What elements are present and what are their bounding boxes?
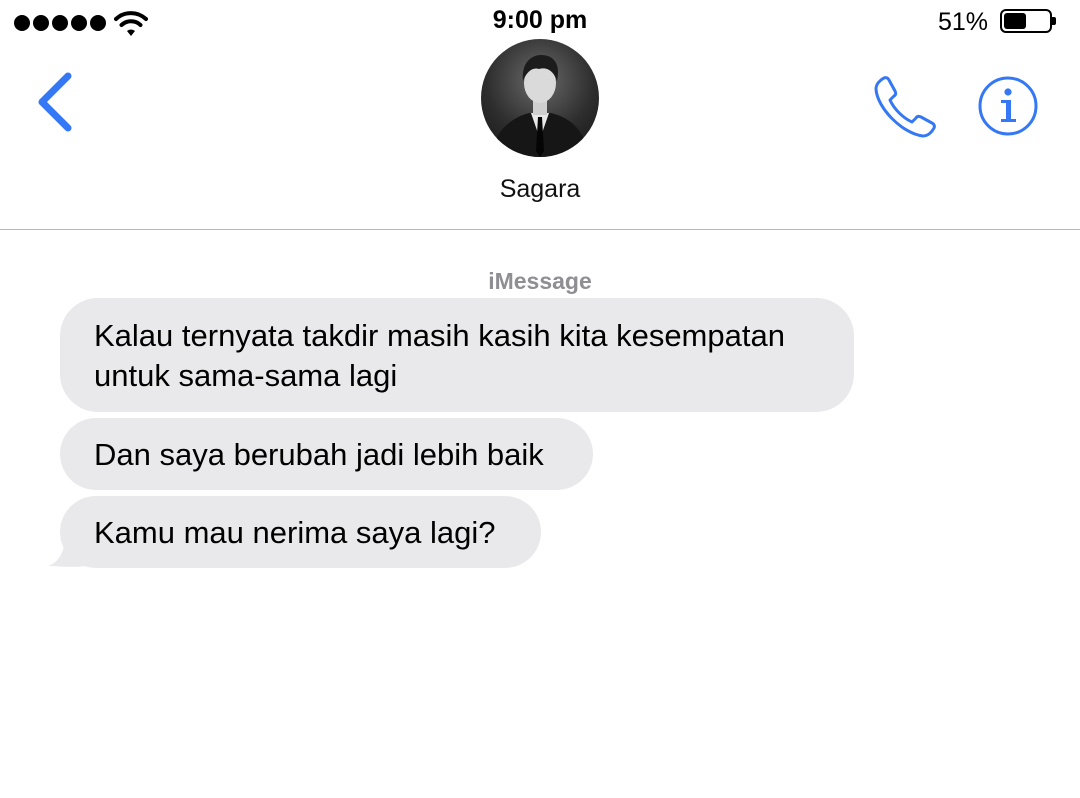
battery-icon — [1000, 9, 1056, 33]
incoming-message-bubble[interactable]: Kamu mau nerima saya lagi? — [60, 496, 541, 568]
phone-icon — [874, 76, 936, 138]
contact-name[interactable]: Sagara — [0, 175, 1080, 204]
info-button[interactable] — [977, 75, 1039, 137]
incoming-message-bubble[interactable]: Dan saya berubah jadi lebih baik — [60, 418, 593, 490]
incoming-message-bubble[interactable]: Kalau ternyata takdir masih kasih kita k… — [60, 298, 854, 412]
back-button[interactable] — [30, 70, 82, 136]
battery-percentage: 51% — [937, 8, 988, 36]
chevron-left-icon — [38, 72, 72, 132]
call-button[interactable] — [870, 72, 940, 142]
contact-avatar[interactable] — [481, 39, 599, 157]
messages-screen: Sagara 9:00 pm 51% iMessage Kalau ternya… — [0, 0, 1080, 798]
info-icon — [978, 76, 1038, 136]
avatar-photo — [491, 55, 589, 157]
battery-level-fill — [1004, 13, 1026, 29]
imessage-service-label: iMessage — [488, 268, 592, 294]
battery-cap — [1052, 17, 1056, 25]
status-bar: 9:00 pm 51% — [0, 0, 1080, 44]
status-time: 9:00 pm — [492, 6, 588, 34]
